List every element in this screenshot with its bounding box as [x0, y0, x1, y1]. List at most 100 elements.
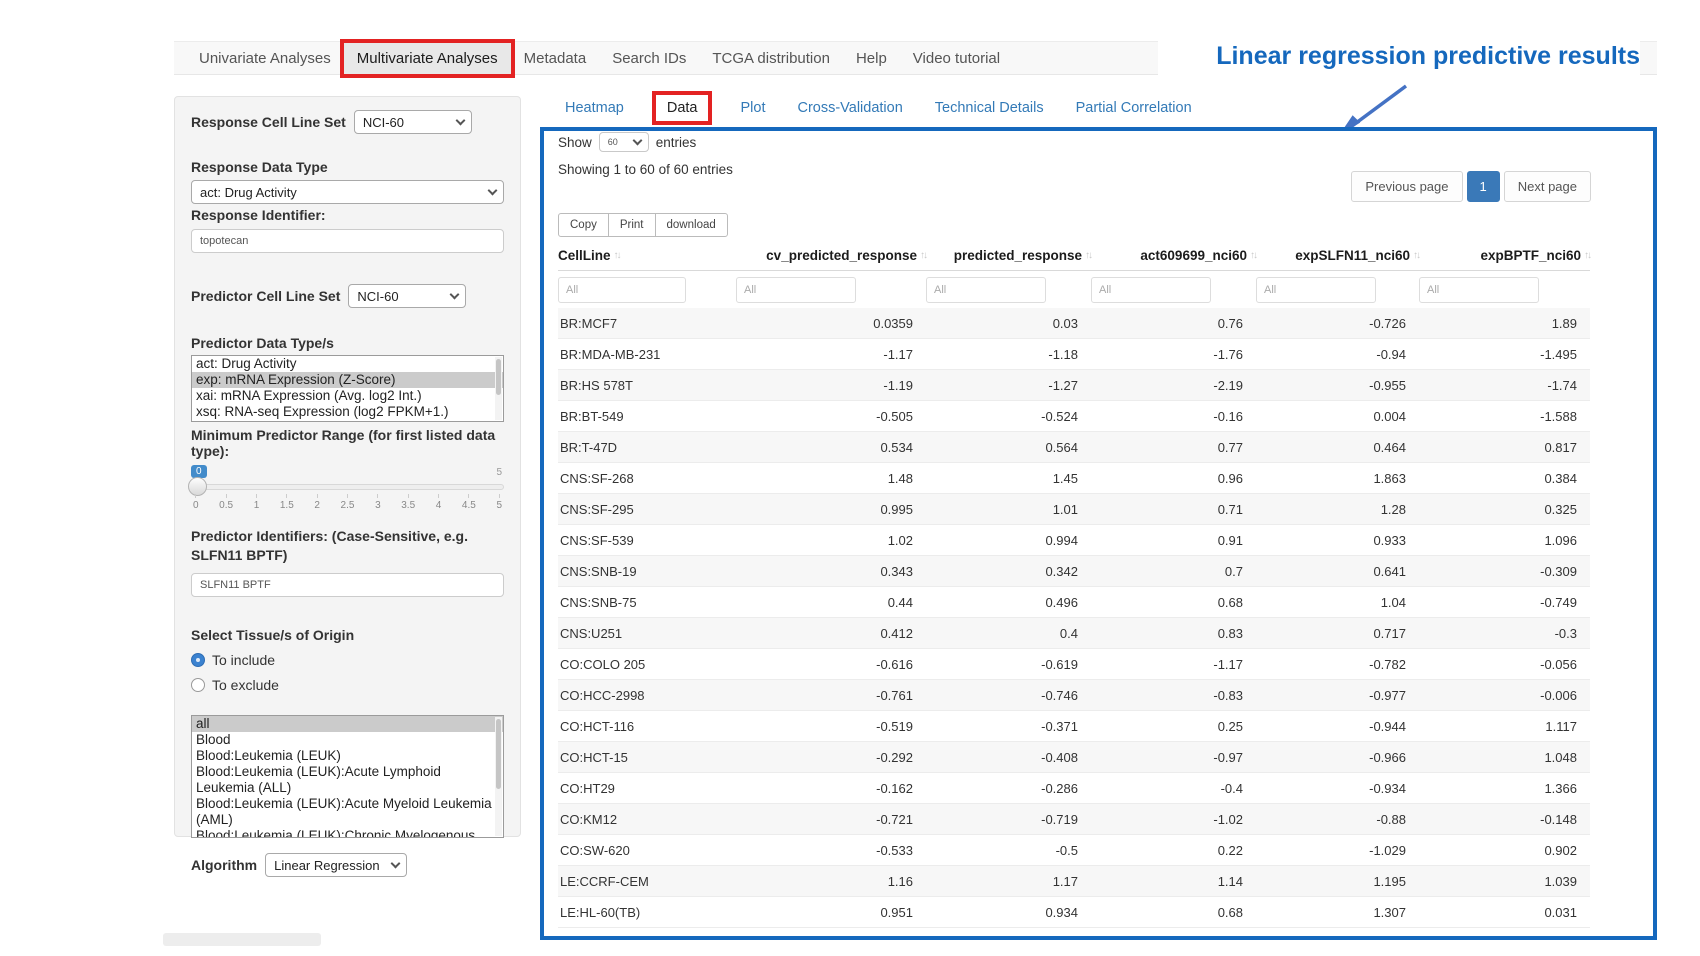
min-predictor-range-slider[interactable]: 0 5 00.511.522.533.544.55 — [191, 465, 504, 515]
value-cell: 1.14 — [1091, 874, 1256, 889]
value-cell: -0.97 — [1091, 750, 1256, 765]
nav-item-help[interactable]: Help — [843, 43, 900, 74]
predictor-type-option[interactable]: act: Drug Activity — [192, 356, 503, 372]
nav-item-tcga-distribution[interactable]: TCGA distribution — [699, 43, 843, 74]
download-button[interactable]: download — [655, 213, 728, 237]
table-row[interactable]: BR:MCF70.03590.030.76-0.7261.89 — [558, 308, 1590, 339]
table-row[interactable]: CNS:SNB-190.3430.3420.70.641-0.309 — [558, 556, 1590, 587]
column-filter-input[interactable] — [1256, 277, 1376, 303]
column-header-expbptf-nci60[interactable]: expBPTF_nci60↑↓ — [1419, 248, 1590, 263]
page-number-button[interactable]: 1 — [1467, 171, 1500, 202]
chevron-down-icon — [632, 136, 642, 146]
predictor-cell-line-set-select[interactable]: NCI-60 — [348, 284, 466, 308]
next-page-button[interactable]: Next page — [1504, 171, 1591, 202]
tab-partial-correlation[interactable]: Partial Correlation — [1076, 100, 1192, 116]
nav-item-video-tutorial[interactable]: Video tutorial — [900, 43, 1013, 74]
tab-plot[interactable]: Plot — [740, 100, 765, 116]
table-row[interactable]: BR:HS 578T-1.19-1.27-2.19-0.955-1.74 — [558, 370, 1590, 401]
column-filter-input[interactable] — [1419, 277, 1539, 303]
predictor-identifiers-label: Predictor Identifiers: (Case-Sensitive, … — [191, 527, 504, 565]
nav-item-univariate-analyses[interactable]: Univariate Analyses — [186, 43, 344, 74]
column-header-cv-predicted-response[interactable]: cv_predicted_response↑↓ — [736, 248, 926, 263]
table-row[interactable]: CNS:SF-2950.9951.010.711.280.325 — [558, 494, 1590, 525]
copy-button[interactable]: Copy — [558, 213, 609, 237]
predictor-data-types-listbox[interactable]: act: Drug Activityexp: mRNA Expression (… — [191, 355, 504, 422]
scrollbar[interactable] — [495, 717, 502, 836]
tissue-option[interactable]: Blood:Leukemia (LEUK):Chronic Myelogenou… — [192, 828, 503, 838]
tissue-radio-to-exclude[interactable]: To exclude — [191, 677, 504, 693]
sort-icon[interactable]: ↑↓ — [1584, 250, 1590, 261]
predictor-identifiers-input[interactable] — [191, 573, 504, 597]
column-filter-input[interactable] — [926, 277, 1046, 303]
nav-item-multivariate-analyses[interactable]: Multivariate Analyses — [344, 43, 511, 74]
predictor-type-option[interactable]: xsq: RNA-seq Expression (log2 FPKM+1.) — [192, 404, 503, 420]
table-row[interactable]: CNS:U2510.4120.40.830.717-0.3 — [558, 618, 1590, 649]
tab-data[interactable]: Data — [656, 95, 709, 121]
tissue-option[interactable]: all — [192, 716, 503, 732]
table-row[interactable]: CO:HCC-2998-0.761-0.746-0.83-0.977-0.006 — [558, 680, 1590, 711]
predictor-type-option[interactable]: exp: mRNA Expression (Z-Score) — [192, 372, 503, 388]
value-cell: 0.91 — [1091, 533, 1256, 548]
tab-cross-validation[interactable]: Cross-Validation — [797, 100, 902, 116]
value-cell: -0.505 — [736, 409, 926, 424]
cell-line-cell: BR:BT-549 — [558, 409, 736, 424]
previous-page-button[interactable]: Previous page — [1351, 171, 1462, 202]
scrollbar[interactable] — [495, 357, 502, 420]
value-cell: 1.28 — [1256, 502, 1419, 517]
tab-technical-details[interactable]: Technical Details — [935, 100, 1044, 116]
table-row[interactable]: CO:COLO 205-0.616-0.619-1.17-0.782-0.056 — [558, 649, 1590, 680]
table-row[interactable]: CO:SW-620-0.533-0.50.22-1.0290.902 — [558, 835, 1590, 866]
column-filter-input[interactable] — [558, 277, 686, 303]
response-data-type-select[interactable]: act: Drug Activity — [191, 180, 504, 204]
column-header-cellline[interactable]: CellLine↑↓ — [558, 248, 736, 263]
column-filter-input[interactable] — [736, 277, 856, 303]
column-filter-input[interactable] — [1091, 277, 1211, 303]
predictor-type-option[interactable]: xai: mRNA Expression (Avg. log2 Int.) — [192, 388, 503, 404]
nav-item-metadata[interactable]: Metadata — [511, 43, 600, 74]
page: Univariate AnalysesMultivariate Analyses… — [0, 0, 1700, 956]
cell-line-cell: BR:MDA-MB-231 — [558, 347, 736, 362]
table-row[interactable]: LE:HL-60(TB)0.9510.9340.681.3070.031 — [558, 897, 1590, 928]
slider-track[interactable] — [191, 484, 504, 490]
column-header-expslfn11-nci60[interactable]: expSLFN11_nci60↑↓ — [1256, 248, 1419, 263]
tissue-option[interactable]: Blood:Leukemia (LEUK):Acute Lymphoid Leu… — [192, 764, 503, 796]
tissue-option[interactable]: Blood:Leukemia (LEUK):Acute Myeloid Leuk… — [192, 796, 503, 828]
sort-icon[interactable]: ↑↓ — [614, 250, 620, 261]
value-cell: -1.74 — [1419, 378, 1590, 393]
print-button[interactable]: Print — [608, 213, 656, 237]
table-row[interactable]: BR:BT-549-0.505-0.524-0.160.004-1.588 — [558, 401, 1590, 432]
tissue-option[interactable]: Blood:Leukemia (LEUK) — [192, 748, 503, 764]
algorithm-select[interactable]: Linear Regression — [265, 853, 407, 877]
page-length-select[interactable]: 60 — [599, 132, 649, 152]
results-table: CellLine↑↓cv_predicted_response↑↓predict… — [558, 241, 1590, 928]
value-cell: -0.3 — [1419, 626, 1590, 641]
tissue-origin-label: Select Tissue/s of Origin — [191, 627, 504, 643]
response-cell-line-set-label: Response Cell Line Set — [191, 114, 346, 130]
cell-line-cell: CO:SW-620 — [558, 843, 736, 858]
tissue-radio-to-include[interactable]: To include — [191, 652, 504, 668]
table-row[interactable]: BR:T-47D0.5340.5640.770.4640.817 — [558, 432, 1590, 463]
column-header-act609699-nci60[interactable]: act609699_nci60↑↓ — [1091, 248, 1256, 263]
tab-heatmap[interactable]: Heatmap — [565, 100, 624, 116]
table-row[interactable]: BR:MDA-MB-231-1.17-1.18-1.76-0.94-1.495 — [558, 339, 1590, 370]
table-row[interactable]: CO:KM12-0.721-0.719-1.02-0.88-0.148 — [558, 804, 1590, 835]
response-cell-line-set-select[interactable]: NCI-60 — [354, 110, 472, 134]
value-cell: 0.994 — [926, 533, 1091, 548]
value-cell: 1.89 — [1419, 316, 1590, 331]
value-cell: 1.048 — [1419, 750, 1590, 765]
tissue-option[interactable]: Blood — [192, 732, 503, 748]
cell-line-cell: CNS:U251 — [558, 626, 736, 641]
table-row[interactable]: LE:CCRF-CEM1.161.171.141.1951.039 — [558, 866, 1590, 897]
table-row[interactable]: CNS:SF-5391.020.9940.910.9331.096 — [558, 525, 1590, 556]
value-cell: 0.902 — [1419, 843, 1590, 858]
table-row[interactable]: CO:HT29-0.162-0.286-0.4-0.9341.366 — [558, 773, 1590, 804]
table-row[interactable]: CO:HCT-116-0.519-0.3710.25-0.9441.117 — [558, 711, 1590, 742]
table-row[interactable]: CNS:SF-2681.481.450.961.8630.384 — [558, 463, 1590, 494]
column-header-predicted-response[interactable]: predicted_response↑↓ — [926, 248, 1091, 263]
slider-tick: 5 — [496, 494, 502, 511]
response-identifier-input[interactable] — [191, 229, 504, 253]
tissue-listbox[interactable]: allBloodBlood:Leukemia (LEUK)Blood:Leuke… — [191, 715, 504, 838]
table-row[interactable]: CO:HCT-15-0.292-0.408-0.97-0.9661.048 — [558, 742, 1590, 773]
nav-item-search-ids[interactable]: Search IDs — [599, 43, 699, 74]
table-row[interactable]: CNS:SNB-750.440.4960.681.04-0.749 — [558, 587, 1590, 618]
